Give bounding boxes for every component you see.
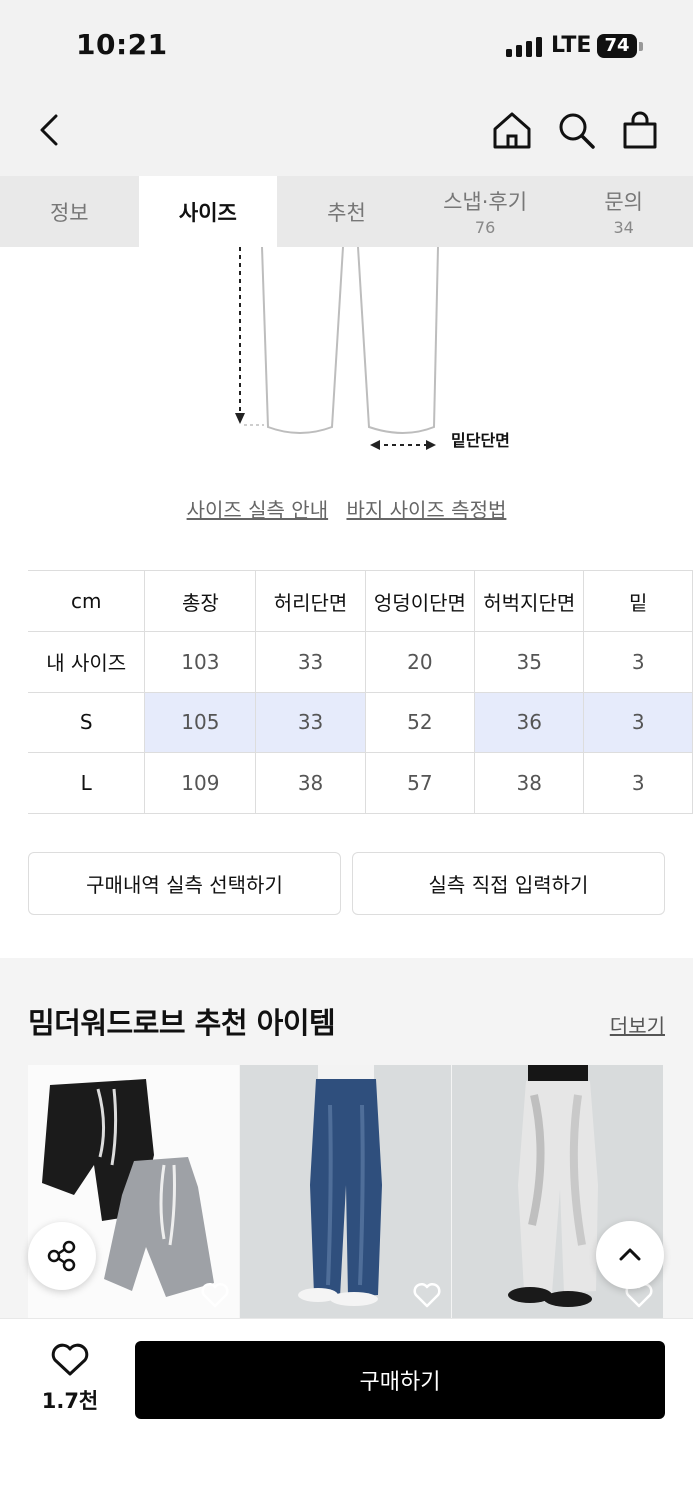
table-header: cm [28,571,146,632]
battery-cap [639,42,643,51]
status-time: 10:21 [76,28,168,61]
signal-icon [506,37,544,57]
table-cell: 105 [144,692,257,753]
table-row[interactable]: S 105 33 52 36 3 [28,692,693,753]
battery-icon: 74 [597,34,637,58]
tab-inquiry[interactable]: 문의 34 [554,176,693,247]
recommend-title: 밈더워드로브 추천 아이템 [28,1006,336,1040]
table-header: 허리단면 [255,571,366,632]
measure-guide-link[interactable]: 사이즈 실측 안내 [187,498,329,522]
table-cell: 33 [255,631,366,693]
product-card[interactable] [240,1065,451,1318]
table-cell: 38 [474,752,585,814]
table-header: 총장 [144,571,257,632]
detail-tabs: 정보 사이즈 추천 스냅·후기 76 문의 34 [0,176,693,247]
buy-button[interactable]: 구매하기 [135,1341,665,1419]
like-count: 1.7천 [41,1389,99,1413]
table-cell: 33 [255,692,366,753]
tab-count: 34 [613,218,634,237]
table-cell: 109 [144,752,257,814]
size-table: cm 총장 허리단면 엉덩이단면 허벅지단면 밑 내 사이즈 103 33 20… [28,570,693,814]
table-cell: 3 [583,692,693,753]
table-cell: 3 [583,752,693,814]
row-label: L [28,752,146,814]
share-button[interactable] [28,1222,96,1290]
table-row: 내 사이즈 103 33 20 35 3 [28,631,693,693]
scroll-top-button[interactable] [596,1221,664,1289]
tab-label: 사이즈 [178,200,237,225]
table-cell: 38 [255,752,366,814]
network-label: LTE [551,33,592,58]
row-label: 내 사이즈 [28,631,146,693]
tab-label: 정보 [49,200,89,225]
heart-icon[interactable] [201,1282,229,1308]
table-cell: 103 [144,631,257,693]
share-icon [47,1240,76,1272]
table-header: 허벅지단면 [474,571,585,632]
select-history-button[interactable]: 구매내역 실측 선택하기 [28,852,341,915]
table-cell: 3 [583,631,693,693]
back-icon[interactable] [30,110,70,150]
tab-label: 문의 [604,190,643,214]
product-carousel[interactable] [28,1065,693,1318]
like-button[interactable]: 1.7천 [30,1343,110,1415]
tab-label: 스냅·후기 [443,190,528,214]
table-cell: 57 [365,752,476,814]
size-guide-links: 사이즈 실측 안내 바지 사이즈 측정법 [0,494,693,523]
top-nav [0,92,693,176]
table-header-row: cm 총장 허리단면 엉덩이단면 허벅지단면 밑 [28,571,693,632]
status-bar: 10:21 LTE 74 [0,0,693,92]
pants-guide-link[interactable]: 바지 사이즈 측정법 [346,498,506,522]
table-row[interactable]: L 109 38 57 38 3 [28,752,693,814]
direct-input-button[interactable]: 실측 직접 입력하기 [352,852,665,915]
size-diagram: 밑단단면 [0,246,693,477]
recommend-section: 밈더워드로브 추천 아이템 더보기 [0,958,693,1318]
tab-snap-review[interactable]: 스냅·후기 76 [416,176,555,247]
home-icon[interactable] [492,110,532,150]
table-cell: 36 [474,692,585,753]
bottom-action-bar: 1.7천 구매하기 [0,1318,693,1500]
table-header: 엉덩이단면 [365,571,476,632]
pants-diagram-illustration [235,246,439,450]
chevron-up-icon [619,1248,641,1261]
heart-icon[interactable] [413,1282,441,1308]
heart-icon [51,1343,89,1376]
tab-recommend[interactable]: 추천 [277,176,416,247]
row-label: S [28,692,146,753]
tab-count: 76 [474,218,496,237]
search-icon[interactable] [556,110,596,150]
tab-info[interactable]: 정보 [0,176,139,247]
product-image [298,1065,382,1306]
hem-label: 밑단단면 [451,431,510,450]
table-cell: 52 [365,692,476,753]
cart-icon[interactable] [620,110,660,150]
table-cell: 20 [365,631,476,693]
more-link[interactable]: 더보기 [610,1010,665,1039]
tab-label: 추천 [327,200,366,225]
tab-size[interactable]: 사이즈 [138,176,278,247]
table-cell: 35 [474,631,585,693]
table-header: 밑 [583,571,693,632]
